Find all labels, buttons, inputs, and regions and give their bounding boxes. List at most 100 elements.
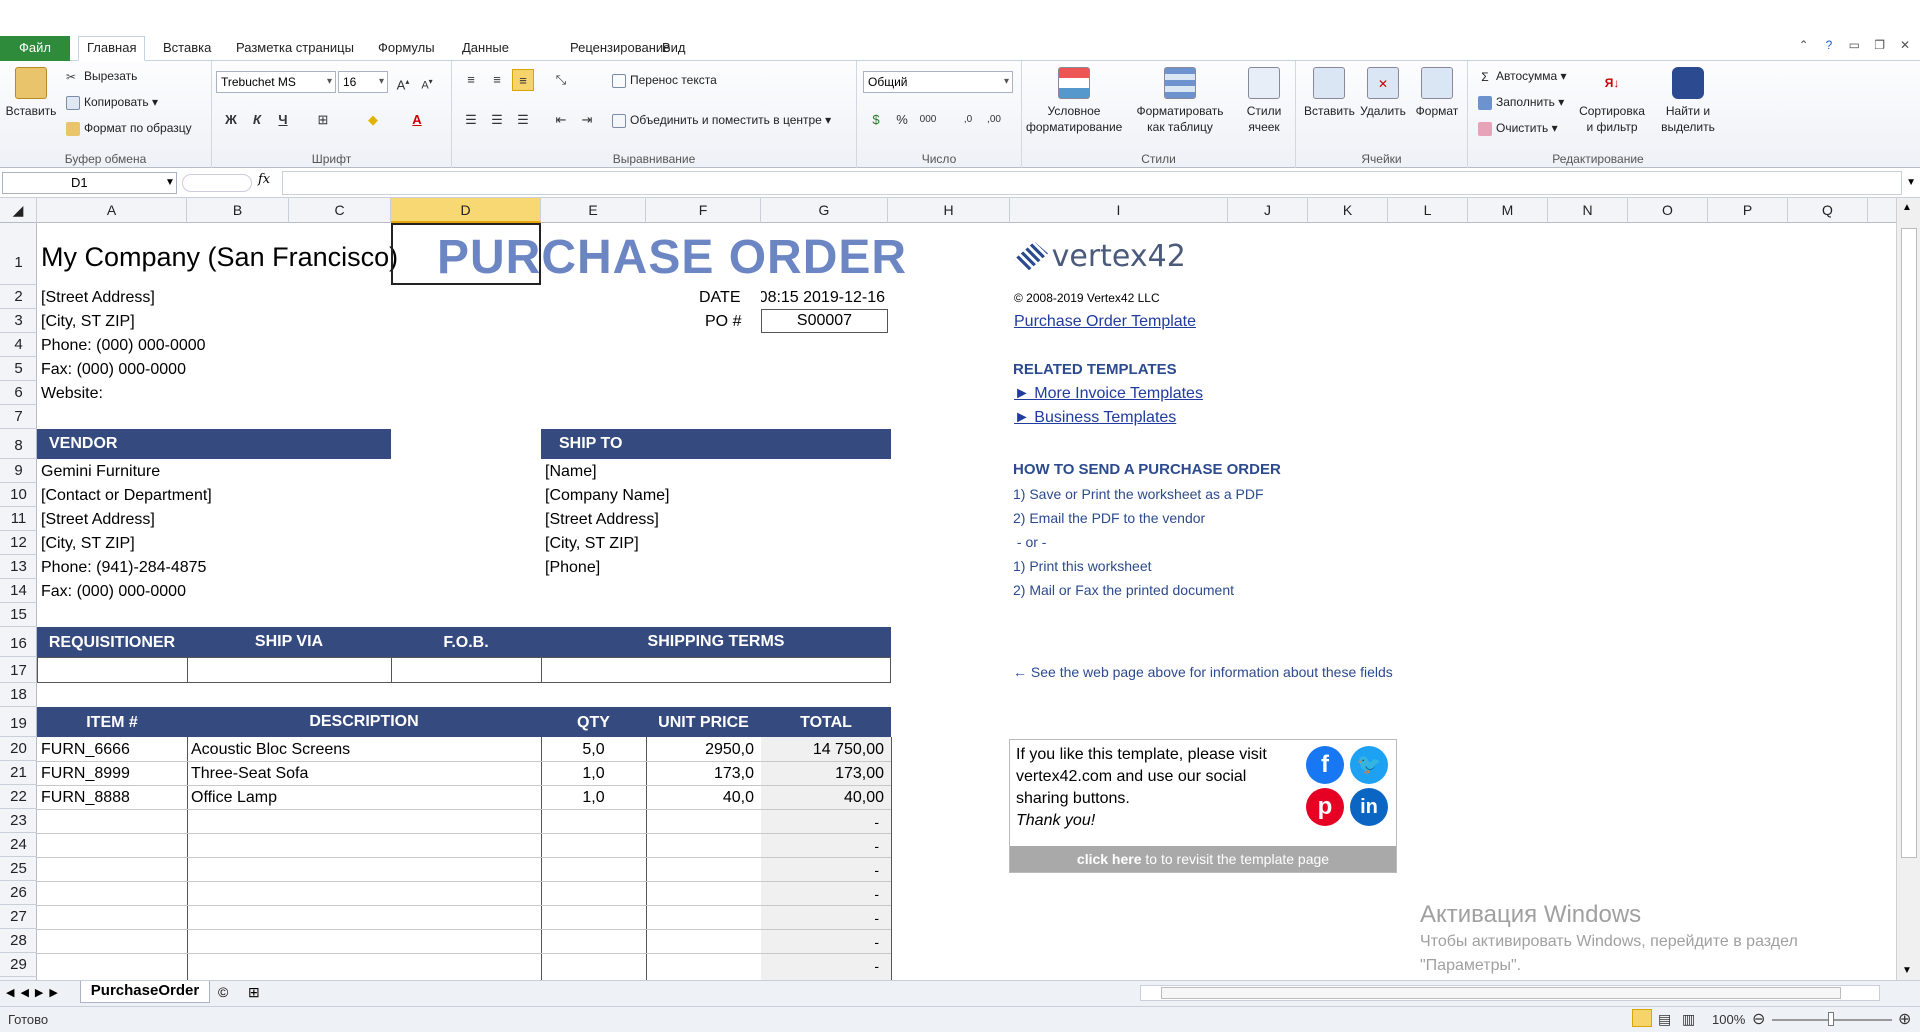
align-top-icon[interactable]: ≡ (460, 69, 482, 91)
col-header-b[interactable]: B (187, 198, 289, 223)
col-header-n[interactable]: N (1548, 198, 1628, 223)
zoom-level[interactable]: 100% (1712, 1012, 1745, 1027)
row-header[interactable]: 22 (0, 785, 37, 809)
cell-styles-button[interactable]: Стили ячеек (1236, 67, 1292, 135)
formula-bar-handle[interactable] (182, 174, 252, 192)
row-header[interactable]: 28 (0, 929, 37, 953)
formula-input[interactable] (282, 171, 1902, 195)
orientation-icon[interactable]: ⤡ (550, 69, 572, 91)
find-select-button[interactable]: Найти и выделить (1652, 67, 1724, 135)
sheet-tab-purchaseorder[interactable]: PurchaseOrder (80, 981, 210, 1003)
row-header[interactable]: 13 (0, 555, 37, 579)
name-box[interactable]: D1 (2, 172, 177, 194)
empty-total-cell[interactable]: - (761, 861, 879, 879)
page-break-view-icon[interactable]: ▥ (1682, 1011, 1695, 1028)
empty-total-cell[interactable]: - (761, 957, 879, 975)
sort-filter-button[interactable]: Я↓ Сортировка и фильтр (1576, 67, 1648, 135)
item-total-cell[interactable]: 40,00 (761, 789, 884, 807)
fill-button[interactable]: Заполнить ▾ (1478, 95, 1564, 110)
template-link[interactable]: Purchase Order Template (1014, 313, 1196, 331)
col-header-o[interactable]: O (1628, 198, 1708, 223)
scroll-up-icon[interactable]: ▲ (1902, 202, 1912, 213)
item-total-cell[interactable]: 173,00 (761, 765, 884, 783)
merge-center-button[interactable]: Объединить и поместить в центре ▾ (612, 113, 831, 128)
borders-icon[interactable]: ⊞ (312, 109, 334, 131)
empty-total-cell[interactable]: - (761, 813, 879, 831)
font-color-icon[interactable]: A (406, 109, 428, 131)
empty-total-cell[interactable]: - (761, 885, 879, 903)
row-header[interactable]: 10 (0, 483, 37, 507)
col-header-g[interactable]: G (761, 198, 888, 223)
collapse-ribbon-icon[interactable]: ⌃ (1793, 38, 1815, 52)
row-header[interactable]: 3 (0, 309, 37, 333)
align-bottom-icon[interactable]: ≡ (512, 69, 534, 91)
align-left-icon[interactable]: ☰ (460, 109, 482, 131)
font-name-select[interactable]: Trebuchet MS (216, 71, 336, 93)
currency-icon[interactable]: $ (865, 109, 887, 131)
col-header-h[interactable]: H (888, 198, 1010, 223)
item-description-cell[interactable]: Office Lamp (191, 789, 277, 807)
copy-button[interactable]: Копировать ▾ (66, 95, 158, 110)
item-qty-cell[interactable]: 1,0 (541, 765, 646, 783)
date-value[interactable]: 2019-12-16 19:08:15 (761, 289, 885, 307)
horizontal-scrollbar[interactable] (1140, 985, 1880, 1001)
item-price-cell[interactable]: 40,0 (646, 789, 754, 807)
decrease-decimal-icon[interactable]: ,00 (983, 109, 1005, 131)
row-header[interactable]: 5 (0, 357, 37, 381)
format-as-table-button[interactable]: Форматировать как таблицу (1130, 67, 1230, 135)
col-header-p[interactable]: P (1708, 198, 1788, 223)
tab-home[interactable]: Главная (78, 36, 146, 61)
row-header[interactable]: 24 (0, 833, 37, 857)
help-icon[interactable]: ? (1818, 38, 1840, 52)
increase-indent-icon[interactable]: ⇥ (576, 109, 598, 131)
worksheet[interactable]: My Company (San Francisco) PURCHASE ORDE… (37, 223, 1896, 980)
close-icon[interactable]: ✕ (1894, 38, 1916, 52)
item-number-cell[interactable]: FURN_8888 (41, 789, 130, 807)
grow-font-icon[interactable]: A▴ (392, 71, 414, 93)
vertical-scrollbar[interactable]: ▲ ▼ (1896, 198, 1920, 980)
row-header[interactable]: 11 (0, 507, 37, 531)
item-qty-cell[interactable]: 1,0 (541, 789, 646, 807)
terms-row[interactable] (37, 657, 891, 683)
item-price-cell[interactable]: 173,0 (646, 765, 754, 783)
empty-total-cell[interactable]: - (761, 909, 879, 927)
insert-sheet-icon[interactable]: ⊞ (248, 984, 260, 1001)
fill-color-icon[interactable]: ◆ (362, 109, 384, 131)
expand-formula-icon[interactable]: ▼ (1906, 177, 1916, 188)
vertex42-logo[interactable]: vertex42 (1014, 239, 1186, 274)
select-all-corner[interactable]: ◢ (0, 198, 37, 223)
font-size-select[interactable]: 16 (338, 71, 388, 93)
row-header[interactable]: 6 (0, 381, 37, 405)
comma-style-icon[interactable]: 000 (917, 109, 939, 131)
underline-button[interactable]: Ч (272, 109, 294, 131)
row-header[interactable]: 21 (0, 761, 37, 785)
row-header[interactable]: 18 (0, 683, 37, 707)
clear-button[interactable]: Очистить ▾ (1478, 121, 1558, 136)
empty-total-cell[interactable]: - (761, 837, 879, 855)
insert-function-button[interactable]: fx (258, 172, 270, 187)
zoom-in-icon[interactable]: ⊕ (1898, 1009, 1911, 1029)
po-value[interactable]: S00007 (761, 309, 888, 333)
zoom-out-icon[interactable]: ⊖ (1752, 1009, 1765, 1029)
revisit-template-button[interactable]: click here to to revisit the template pa… (1010, 846, 1396, 872)
item-qty-cell[interactable]: 5,0 (541, 741, 646, 759)
horizontal-scroll-thumb[interactable] (1161, 987, 1841, 999)
conditional-formatting-button[interactable]: Условное форматирование (1024, 67, 1124, 135)
vertical-scroll-thumb[interactable] (1901, 228, 1917, 858)
restore-icon[interactable]: ❐ (1869, 38, 1891, 52)
item-price-cell[interactable]: 2950,0 (646, 741, 754, 759)
shrink-font-icon[interactable]: A▾ (416, 71, 438, 93)
paste-button[interactable]: Вставить (4, 67, 58, 119)
name-box-dropdown-icon[interactable]: ▼ (165, 177, 175, 188)
col-header-l[interactable]: L (1388, 198, 1468, 223)
cut-button[interactable]: ✂ Вырезать (66, 69, 137, 84)
col-header-i[interactable]: I (1010, 198, 1228, 223)
linkedin-icon[interactable]: in (1350, 788, 1388, 826)
col-header-m[interactable]: M (1468, 198, 1548, 223)
zoom-slider-thumb[interactable] (1828, 1012, 1834, 1026)
row-header[interactable]: 27 (0, 905, 37, 929)
align-center-icon[interactable]: ☰ (486, 109, 508, 131)
insert-cells-button[interactable]: Вставить (1304, 67, 1355, 119)
row-header[interactable]: 2 (0, 285, 37, 309)
related-link-invoice[interactable]: ► More Invoice Templates (1014, 385, 1203, 403)
